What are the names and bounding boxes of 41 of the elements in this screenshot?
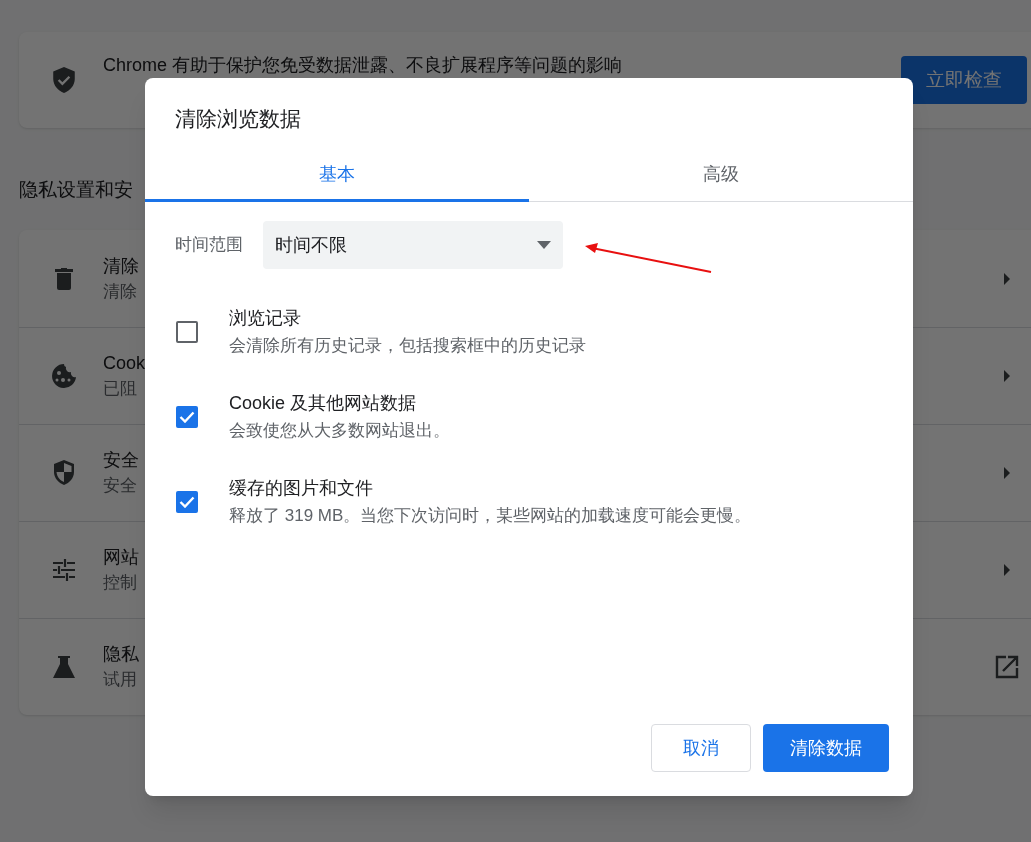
checkbox[interactable] xyxy=(176,491,198,513)
tab[interactable]: 高级 xyxy=(529,150,913,202)
chevron-right-icon[interactable] xyxy=(1003,369,1011,383)
safety-check-text: Chrome 有助于保护您免受数据泄露、不良扩展程序等问题的影响 xyxy=(103,54,623,76)
setting-title: Cook xyxy=(103,352,146,375)
shield-check-icon xyxy=(51,66,77,94)
time-range-label: 时间范围 xyxy=(175,234,243,257)
sliders-icon xyxy=(53,559,75,581)
time-range-dropdown[interactable]: 时间不限 xyxy=(263,221,563,269)
option-description: 释放了 319 MB。当您下次访问时，某些网站的加载速度可能会更慢。 xyxy=(229,505,752,527)
option-title: 浏览记录 xyxy=(229,307,302,330)
trash-icon xyxy=(55,267,73,290)
setting-title: 安全 xyxy=(103,449,139,472)
caret-icon xyxy=(537,241,551,249)
setting-description: 控制 xyxy=(103,572,138,594)
option-description: 会清除所有历史记录，包括搜索框中的历史记录 xyxy=(229,335,586,357)
option-description: 会致使您从大多数网站退出。 xyxy=(229,420,450,442)
setting-title: 隐私 xyxy=(103,643,139,666)
option-title: Cookie 及其他网站数据 xyxy=(229,392,418,415)
flask-icon xyxy=(52,655,76,679)
checkbox[interactable] xyxy=(176,406,198,428)
cookie-icon xyxy=(51,363,77,389)
checkbox[interactable] xyxy=(176,321,198,343)
chevron-right-icon[interactable] xyxy=(1003,563,1011,577)
setting-title: 网站 xyxy=(103,546,139,569)
chevron-right-icon[interactable] xyxy=(1003,466,1011,480)
check-now-button[interactable]: 立即检查 xyxy=(901,56,1027,104)
external-link-icon[interactable] xyxy=(995,655,1019,679)
setting-description: 清除 xyxy=(103,280,138,303)
setting-title: 清除 xyxy=(103,254,139,278)
section-title: 隐私设置和安 xyxy=(19,178,134,202)
setting-description: 试用 xyxy=(103,669,138,691)
clear-data-button[interactable]: 清除数据 xyxy=(763,724,889,772)
cancel-button[interactable]: 取消 xyxy=(651,724,751,772)
tab[interactable]: 基本 xyxy=(145,150,529,202)
setting-description: 安全 xyxy=(103,475,138,497)
shield-icon xyxy=(52,459,76,487)
dialog-title: 清除浏览数据 xyxy=(174,106,302,132)
setting-description: 已阻 xyxy=(103,378,138,400)
chevron-right-icon[interactable] xyxy=(1003,271,1011,286)
option-title: 缓存的图片和文件 xyxy=(229,477,374,500)
